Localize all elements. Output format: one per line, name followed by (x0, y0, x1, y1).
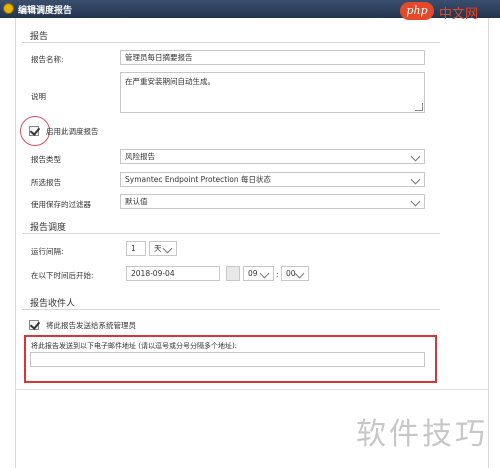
selected-report-label: 所选报告 (31, 178, 61, 187)
window-title: 编辑调度报告 (18, 6, 73, 16)
filter-value: 默认值 (125, 197, 148, 206)
selected-report-select[interactable]: Symantec Endpoint Protection 每日状态 (120, 172, 425, 187)
enable-report-checkbox[interactable] (29, 125, 41, 136)
divider (22, 233, 440, 234)
description-text: 在严重安装期间自动生成。 (125, 77, 215, 86)
chevron-down-icon (294, 268, 305, 279)
report-type-value: 风险报告 (125, 152, 155, 161)
resize-grip-icon[interactable] (415, 103, 423, 111)
app-icon (3, 3, 14, 14)
report-type-label: 报告类型 (31, 155, 61, 164)
php-watermark: php 中文网 (396, 0, 500, 22)
report-type-select[interactable]: 风险报告 (120, 149, 425, 164)
section-title-recipients: 报告收件人 (30, 299, 76, 309)
description-label: 说明 (31, 92, 46, 101)
chevron-down-icon (410, 174, 421, 185)
report-name-input[interactable]: 管理员每日摘要报告 (120, 50, 425, 65)
time-separator: : (276, 270, 279, 279)
footer-divider (15, 389, 488, 390)
chevron-down-icon (259, 268, 270, 279)
section-title-report: 报告 (30, 32, 49, 42)
check-icon (29, 125, 41, 136)
send-admin-label: 将此报告发送给系统管理员 (46, 321, 136, 330)
php-logo: php (400, 2, 434, 20)
panel-left-border (15, 18, 16, 468)
interval-label: 运行间隔: (31, 247, 64, 256)
filter-label: 使用保存的过滤器 (31, 200, 91, 209)
interval-input[interactable]: 1 (126, 241, 146, 256)
enable-report-label: 启用此调度报告 (46, 127, 99, 136)
interval-unit-select[interactable]: 天 (149, 241, 177, 256)
divider (22, 42, 440, 43)
check-icon (29, 319, 41, 330)
site-watermark: 软件技巧 (356, 417, 488, 452)
email-input[interactable] (30, 352, 425, 367)
calendar-button[interactable] (226, 266, 240, 281)
filter-select[interactable]: 默认值 (120, 194, 425, 209)
start-minute-select[interactable]: 00 (281, 266, 309, 281)
chevron-down-icon (410, 196, 421, 207)
start-hour-value: 09 (248, 269, 258, 278)
selected-report-value: Symantec Endpoint Protection 每日状态 (125, 175, 272, 184)
email-label: 将此报告发送到以下电子邮件地址 (请以逗号或分号分隔多个地址): (31, 342, 238, 350)
panel-right-border (488, 18, 489, 468)
start-hour-select[interactable]: 09 (243, 266, 274, 281)
divider (22, 309, 440, 310)
send-admin-checkbox[interactable] (29, 319, 41, 330)
chevron-down-icon (162, 243, 173, 254)
chevron-down-icon (410, 151, 421, 162)
report-name-label: 报告名称: (31, 55, 64, 64)
start-date-input[interactable]: 2018-09-04 (126, 266, 220, 281)
php-site-text: 中文网 (439, 7, 479, 22)
section-title-schedule: 报告调度 (30, 223, 67, 233)
start-time-label: 在以下时间后开始: (31, 271, 94, 280)
description-textarea[interactable]: 在严重安装期间自动生成。 (120, 72, 425, 113)
interval-unit-value: 天 (154, 244, 162, 253)
